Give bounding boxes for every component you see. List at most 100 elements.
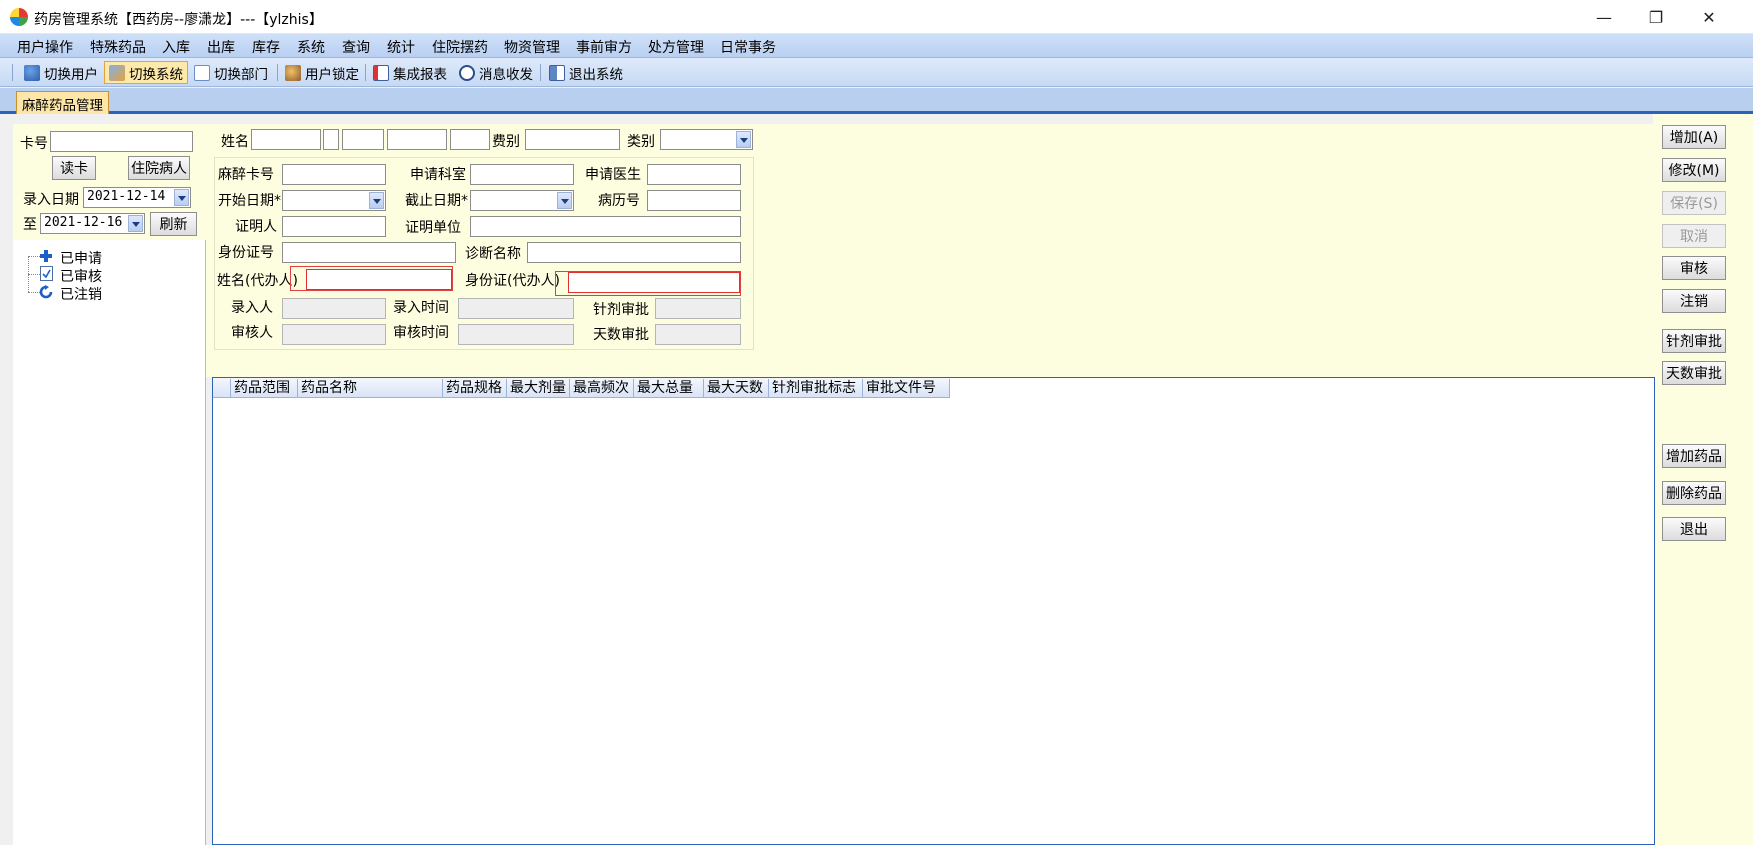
- chevron-down-icon[interactable]: [128, 215, 143, 232]
- birth-input[interactable]: [387, 129, 447, 150]
- category-select[interactable]: [660, 129, 753, 150]
- date-to-picker[interactable]: 2021-12-16: [40, 213, 145, 234]
- extra-input[interactable]: [450, 129, 490, 150]
- switch-system-icon: [109, 64, 125, 81]
- audit-time-field: [458, 324, 574, 345]
- gender-input[interactable]: [323, 129, 339, 150]
- days-approve-label: 天数审批: [593, 327, 649, 343]
- tree-item-voided[interactable]: 已注销: [60, 284, 102, 304]
- refresh-button[interactable]: 刷新: [150, 212, 197, 236]
- exit-button[interactable]: 退出: [1662, 517, 1726, 541]
- days-approve-button[interactable]: 天数审批: [1662, 361, 1726, 385]
- column-dose-approve-flag[interactable]: 针剂审批标志: [769, 379, 863, 397]
- menu-inventory[interactable]: 库存: [252, 37, 280, 57]
- column-max-days[interactable]: 最大天数: [704, 379, 769, 397]
- chevron-down-icon[interactable]: [736, 131, 751, 148]
- report-icon: [373, 64, 389, 81]
- tool-switch-system[interactable]: 切换系统: [104, 61, 188, 84]
- drug-grid[interactable]: [212, 377, 1655, 845]
- tool-exit-system[interactable]: 退出系统: [545, 61, 627, 84]
- column-drug-name[interactable]: 药品名称: [298, 379, 443, 397]
- grid-row-indicator-header: [213, 379, 231, 397]
- restore-button[interactable]: ❐: [1630, 0, 1682, 34]
- tree-item-applied[interactable]: 已申请: [60, 248, 102, 268]
- fee-type-input[interactable]: [525, 129, 620, 150]
- minimize-button[interactable]: —: [1578, 0, 1630, 34]
- menu-materials[interactable]: 物资管理: [504, 37, 560, 57]
- column-drug-spec[interactable]: 药品规格: [443, 379, 507, 397]
- menu-special-drugs[interactable]: 特殊药品: [90, 37, 146, 57]
- tool-switch-user[interactable]: 切换用户: [20, 61, 102, 84]
- agent-name-label: 姓名(代办人): [217, 273, 298, 289]
- apply-dept-input[interactable]: [470, 164, 574, 185]
- tool-user-lock[interactable]: 用户锁定: [281, 61, 363, 84]
- column-drug-scope[interactable]: 药品范围: [231, 379, 298, 397]
- anesthetic-card-input[interactable]: [282, 164, 386, 185]
- apply-doctor-input[interactable]: [647, 164, 741, 185]
- chevron-down-icon[interactable]: [369, 192, 384, 209]
- diagnosis-label: 诊断名称: [465, 246, 521, 262]
- name-label: 姓名: [221, 134, 249, 150]
- plus-icon: [39, 249, 53, 263]
- read-card-button[interactable]: 读卡: [52, 156, 96, 180]
- agent-name-input[interactable]: [306, 269, 452, 290]
- void-button[interactable]: 注销: [1662, 289, 1726, 313]
- menu-system[interactable]: 系统: [297, 37, 325, 57]
- id-no-input[interactable]: [282, 242, 456, 263]
- delete-drug-button[interactable]: 删除药品: [1662, 481, 1726, 505]
- close-button[interactable]: ✕: [1683, 0, 1735, 34]
- witness-unit-input[interactable]: [470, 216, 741, 237]
- date-from-picker[interactable]: 2021-12-14: [83, 187, 191, 208]
- fee-type-label: 费别: [492, 134, 520, 150]
- switch-user-icon: [24, 64, 40, 81]
- tab-strip: [0, 88, 1753, 114]
- add-button[interactable]: 增加(A): [1662, 125, 1726, 149]
- agent-id-input[interactable]: [568, 272, 740, 293]
- end-date-picker[interactable]: [470, 190, 574, 211]
- column-max-frequency[interactable]: 最高频次: [570, 379, 634, 397]
- cancel-refresh-icon: [38, 285, 54, 299]
- column-max-total[interactable]: 最大总量: [634, 379, 704, 397]
- modify-button[interactable]: 修改(M): [1662, 158, 1726, 182]
- end-date-label: 截止日期*: [405, 193, 468, 209]
- column-max-dose[interactable]: 最大剂量: [507, 379, 570, 397]
- days-approve-field: [655, 324, 741, 345]
- menu-stock-out[interactable]: 出库: [207, 37, 235, 57]
- age-input[interactable]: [342, 129, 384, 150]
- column-approval-doc-no[interactable]: 审批文件号: [863, 379, 950, 397]
- name-input[interactable]: [251, 129, 321, 150]
- menu-stock-in[interactable]: 入库: [162, 37, 190, 57]
- tool-messages[interactable]: 消息收发: [455, 61, 537, 84]
- dose-approve-button[interactable]: 针剂审批: [1662, 329, 1726, 353]
- entry-date-label: 录入日期: [23, 192, 79, 208]
- menu-query[interactable]: 查询: [342, 37, 370, 57]
- menu-user-ops[interactable]: 用户操作: [17, 37, 73, 57]
- tool-integrated-report[interactable]: 集成报表: [369, 61, 451, 84]
- diagnosis-input[interactable]: [527, 242, 741, 263]
- save-button[interactable]: 保存(S): [1662, 191, 1726, 215]
- toolbar-grip: [12, 64, 13, 81]
- start-date-picker[interactable]: [282, 190, 386, 211]
- tree-connector: [28, 274, 40, 275]
- chevron-down-icon[interactable]: [174, 189, 189, 206]
- menu-statistics[interactable]: 统计: [387, 37, 415, 57]
- exit-icon: [549, 64, 565, 81]
- entry-time-field: [458, 298, 574, 319]
- menu-pre-review[interactable]: 事前审方: [576, 37, 632, 57]
- witness-input[interactable]: [282, 216, 386, 237]
- menu-prescription[interactable]: 处方管理: [648, 37, 704, 57]
- tool-switch-department[interactable]: 切换部门: [190, 61, 272, 84]
- document-check-icon: [40, 266, 53, 281]
- inpatient-button[interactable]: 住院病人: [128, 156, 190, 180]
- audit-button[interactable]: 审核: [1662, 256, 1726, 280]
- tab-anesthetic-drug-management[interactable]: 麻醉药品管理: [16, 91, 109, 114]
- record-no-input[interactable]: [647, 190, 741, 211]
- menu-daily-affairs[interactable]: 日常事务: [720, 37, 776, 57]
- apply-doctor-label: 申请医生: [585, 167, 641, 183]
- tree-item-audited[interactable]: 已审核: [60, 266, 102, 286]
- cancel-button[interactable]: 取消: [1662, 224, 1726, 248]
- card-no-input[interactable]: [50, 131, 193, 152]
- add-drug-button[interactable]: 增加药品: [1662, 444, 1726, 468]
- menu-inpatient-dispense[interactable]: 住院摆药: [432, 37, 488, 57]
- chevron-down-icon[interactable]: [557, 192, 572, 209]
